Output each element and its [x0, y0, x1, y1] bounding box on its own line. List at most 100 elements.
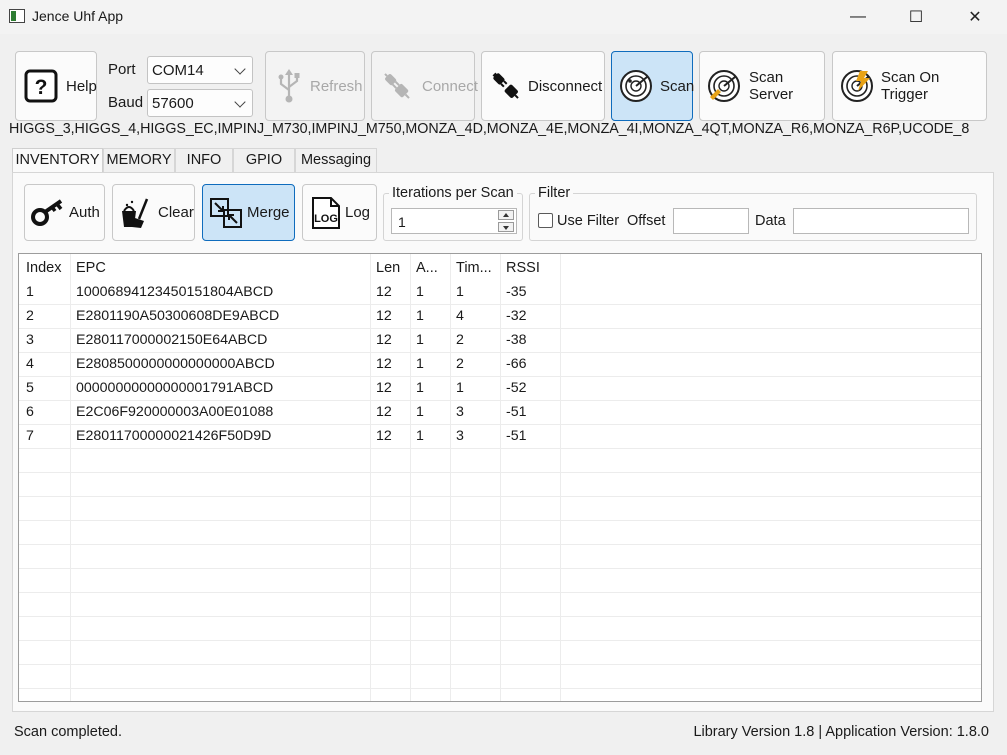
- window-title: Jence Uhf App: [32, 8, 124, 24]
- epc-cell: 10006894123450151804ABCD: [76, 284, 274, 300]
- rssi-cell: -35: [506, 284, 527, 300]
- use-filter-checkbox[interactable]: [538, 213, 553, 228]
- epc-cell: E28011700000021426F50D9D: [76, 428, 272, 444]
- antenna-cell: 1: [416, 332, 424, 348]
- status-message: Scan completed.: [14, 724, 123, 740]
- column-header-a[interactable]: A...: [410, 254, 450, 281]
- column-header-epc[interactable]: EPC: [70, 254, 370, 281]
- inventory-table: Index EPC Len A... Tim... RSSI 1 10006894…: [18, 253, 982, 702]
- table-row[interactable]: 3 E280117000002150E64ABCD 12 1 2 -38: [19, 329, 981, 353]
- len-cell: 12: [376, 332, 392, 348]
- tab-inventory[interactable]: INVENTORY: [12, 148, 103, 173]
- tab-messaging[interactable]: Messaging: [295, 148, 377, 172]
- antenna-cell: 1: [416, 380, 424, 396]
- connect-button[interactable]: Connect: [371, 51, 478, 121]
- svg-text:?: ?: [35, 76, 48, 99]
- column-header-index[interactable]: Index: [20, 254, 70, 281]
- auth-button[interactable]: Auth: [24, 184, 105, 241]
- antenna-cell: 1: [416, 428, 424, 444]
- help-label: Help: [66, 77, 97, 95]
- empty-row: [19, 545, 981, 569]
- data-input[interactable]: [793, 208, 969, 234]
- tab-memory[interactable]: MEMORY: [103, 148, 175, 172]
- app-icon: [9, 9, 25, 23]
- chevron-down-icon: [234, 96, 246, 108]
- rssi-cell: -51: [506, 404, 527, 420]
- scan-label: Scan: [660, 77, 695, 95]
- baud-value: 57600: [152, 95, 194, 112]
- table-row[interactable]: 5 00000000000000001791ABCD 12 1 1 -52: [19, 377, 981, 401]
- table-row[interactable]: 4 E2808500000000000000ABCD 12 1 2 -66: [19, 353, 981, 377]
- empty-row: [19, 689, 981, 701]
- key-icon: [31, 198, 63, 226]
- index-cell: 4: [26, 356, 34, 372]
- table-row[interactable]: 2 E2801190A50300608DE9ABCD 12 1 4 -32: [19, 305, 981, 329]
- radar-icon: [620, 70, 652, 102]
- version-info: Library Version 1.8 | Application Versio…: [693, 724, 989, 740]
- len-cell: 12: [376, 356, 392, 372]
- table-row[interactable]: 6 E2C06F920000003A00E01088 12 1 3 -51: [19, 401, 981, 425]
- column-header-time[interactable]: Tim...: [450, 254, 500, 281]
- radar-icon: [708, 70, 740, 102]
- empty-row: [19, 449, 981, 473]
- tab-gpio[interactable]: GPIO: [233, 148, 295, 172]
- title-bar: Jence Uhf App — ☐ ✕: [0, 0, 1007, 34]
- port-select[interactable]: COM14: [147, 56, 253, 84]
- log-button[interactable]: LOG Log: [302, 184, 377, 241]
- scan-server-label: Scan Server: [749, 69, 794, 103]
- scan-on-trigger-label: Scan On Trigger: [881, 69, 940, 103]
- clear-label: Clear: [158, 204, 194, 221]
- connect-label: Connect: [422, 77, 478, 95]
- radar-icon: [841, 70, 873, 102]
- data-label: Data: [755, 213, 786, 229]
- plug-icon: [384, 73, 410, 99]
- chevron-down-icon: [234, 63, 246, 75]
- scan-on-trigger-button[interactable]: Scan On Trigger: [832, 51, 987, 121]
- use-filter-label: Use Filter: [557, 213, 620, 229]
- len-cell: 12: [376, 428, 392, 444]
- iterations-spinbox[interactable]: 1: [391, 208, 517, 234]
- unplug-icon: [492, 72, 519, 99]
- times-cell: 4: [456, 308, 464, 324]
- index-cell: 5: [26, 380, 34, 396]
- times-cell: 2: [456, 356, 464, 372]
- empty-row: [19, 569, 981, 593]
- index-cell: 6: [26, 404, 34, 420]
- iterations-title: Iterations per Scan: [389, 185, 517, 201]
- spin-down-icon[interactable]: [498, 222, 514, 232]
- scan-button[interactable]: Scan: [611, 51, 695, 121]
- times-cell: 3: [456, 404, 464, 420]
- disconnect-button[interactable]: Disconnect: [481, 51, 605, 121]
- empty-row: [19, 497, 981, 521]
- times-cell: 2: [456, 332, 464, 348]
- maximize-button[interactable]: ☐: [893, 0, 939, 34]
- times-cell: 1: [456, 284, 464, 300]
- usb-icon: [278, 69, 300, 103]
- tab-info[interactable]: INFO: [175, 148, 233, 172]
- merge-button[interactable]: Merge: [202, 184, 295, 241]
- offset-input[interactable]: [673, 208, 749, 234]
- clear-button[interactable]: Clear: [112, 184, 195, 241]
- spin-up-icon[interactable]: [498, 210, 514, 220]
- iterations-value: 1: [398, 214, 406, 230]
- antenna-cell: 1: [416, 356, 424, 372]
- column-header-rssi[interactable]: RSSI: [500, 254, 560, 281]
- minimize-button[interactable]: —: [835, 0, 881, 34]
- baud-select[interactable]: 57600: [147, 89, 253, 117]
- log-icon: LOG: [312, 196, 340, 229]
- empty-row: [19, 521, 981, 545]
- index-cell: 7: [26, 428, 34, 444]
- antenna-cell: 1: [416, 284, 424, 300]
- table-row[interactable]: 1 10006894123450151804ABCD 12 1 1 -35: [19, 281, 981, 305]
- epc-cell: 00000000000000001791ABCD: [76, 380, 274, 396]
- epc-cell: E280117000002150E64ABCD: [76, 332, 268, 348]
- table-row[interactable]: 7 E28011700000021426F50D9D 12 1 3 -51: [19, 425, 981, 449]
- help-button[interactable]: ? Help: [15, 51, 97, 121]
- merge-label: Merge: [247, 204, 290, 221]
- scan-server-button[interactable]: Scan Server: [699, 51, 825, 121]
- close-button[interactable]: ✕: [952, 0, 998, 34]
- times-cell: 1: [456, 380, 464, 396]
- rssi-cell: -51: [506, 428, 527, 444]
- refresh-button[interactable]: Refresh: [265, 51, 365, 121]
- column-header-len[interactable]: Len: [370, 254, 410, 281]
